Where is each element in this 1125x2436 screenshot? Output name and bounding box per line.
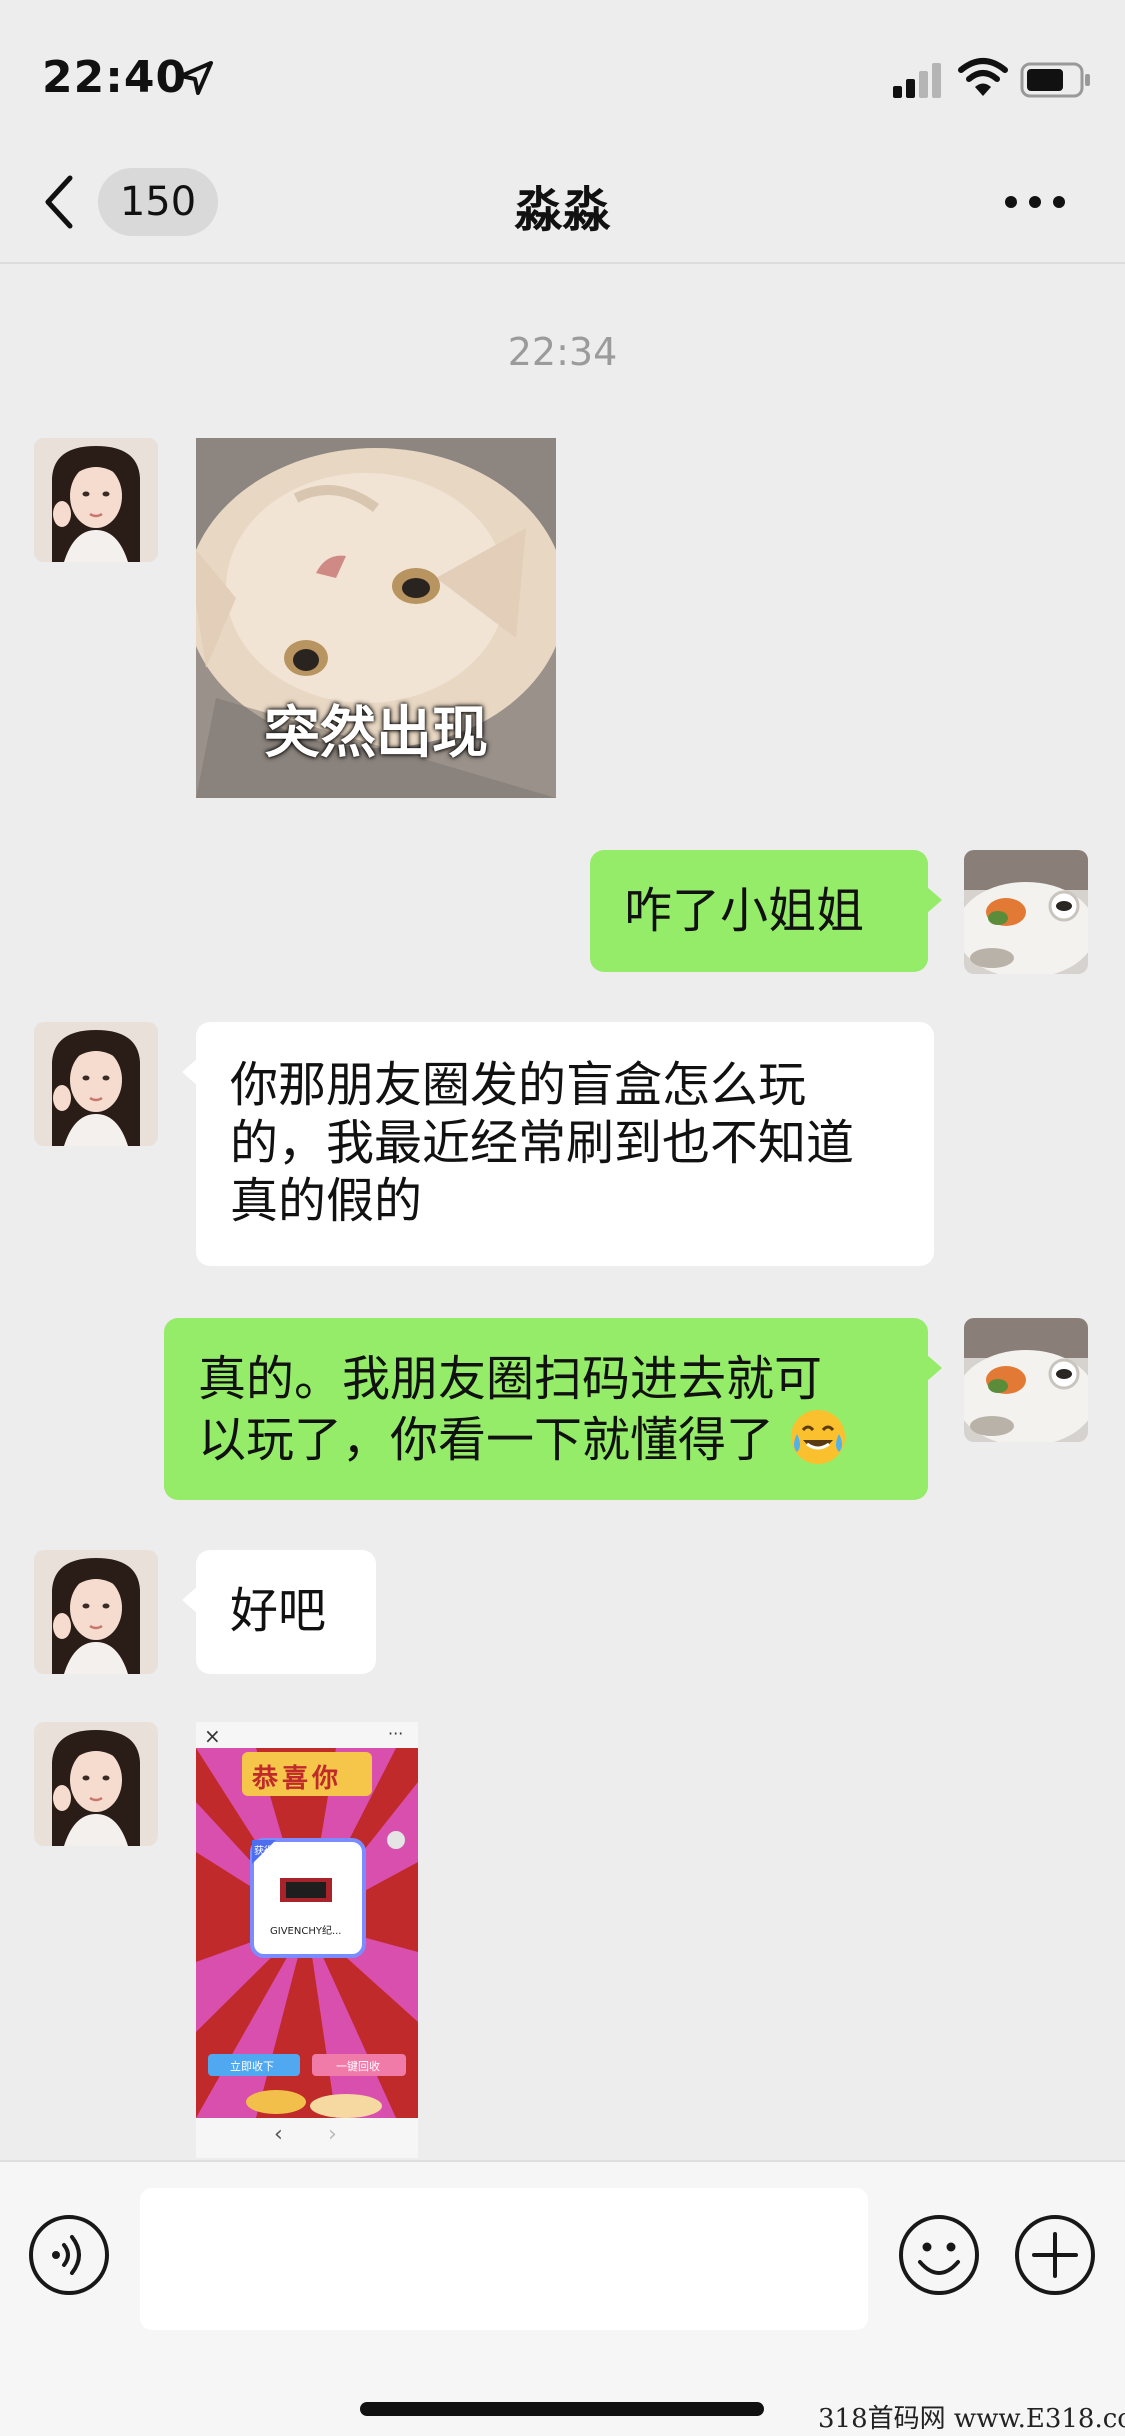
screenshot-banner: 恭喜你 <box>252 1764 343 1794</box>
screenshot-nav-back: ‹ <box>274 2122 283 2147</box>
message-text-line: 以玩了，你看一下就懂得了 <box>198 1412 775 1468</box>
more-dots-icon[interactable] <box>1000 170 1070 234</box>
voice-icon[interactable] <box>26 2212 112 2298</box>
unread-count-badge[interactable]: 150 <box>98 168 218 236</box>
message-text-line: 真的。我朋友圈扫码进去就可 <box>198 1351 823 1407</box>
cellular-signal-icon <box>893 63 941 98</box>
friend-avatar[interactable] <box>34 438 158 562</box>
screenshot-button-recycle: 一键回收 <box>336 2060 380 2073</box>
input-bar <box>0 2160 1125 2436</box>
outgoing-message-bubble[interactable]: 真的。我朋友圈扫码进去就可 以玩了，你看一下就懂得了 <box>164 1318 942 1500</box>
screenshot-close: × <box>204 1724 221 1748</box>
home-indicator[interactable] <box>360 2402 764 2416</box>
message-text-line: 的，我最近经常刷到也不知道 <box>230 1115 855 1171</box>
message-text-line: 你那朋友圈发的盲盒怎么玩 <box>230 1057 807 1113</box>
message-text: 好吧 <box>230 1583 327 1639</box>
sticker-caption: 突然出现 <box>264 701 488 766</box>
friend-avatar[interactable] <box>34 1550 158 1674</box>
location-arrow-icon <box>179 61 213 95</box>
message-timestamp: 22:34 <box>507 330 618 374</box>
screenshot-more: ··· <box>388 1724 404 1743</box>
message-input[interactable] <box>140 2188 868 2330</box>
screenshot-nav-forward: › <box>328 2122 337 2147</box>
emoji-icon[interactable] <box>896 2212 982 2298</box>
status-bar: 22:40 <box>0 0 1125 140</box>
cat-sticker-message[interactable]: 突然出现 <box>196 438 556 798</box>
screenshot-tag: 获得 <box>254 1846 274 1857</box>
laughing-crying-emoji-icon <box>791 1410 846 1464</box>
chat-header: 150 淼淼 <box>0 140 1125 264</box>
friend-avatar[interactable] <box>34 1022 158 1146</box>
screenshot-product-name: GIVENCHY纪... <box>270 1926 342 1937</box>
plus-icon[interactable] <box>1012 2212 1098 2298</box>
message-text-line: 真的假的 <box>230 1173 423 1229</box>
my-avatar[interactable] <box>964 850 1088 974</box>
screenshot-image-message[interactable]: × ··· 恭喜你 获得 GIVENCHY纪... 立即收下 一键回收 ‹ › <box>196 1722 418 2158</box>
message-text: 咋了小姐姐 <box>624 883 865 939</box>
incoming-message-bubble[interactable]: 你那朋友圈发的盲盒怎么玩 的，我最近经常刷到也不知道 真的假的 <box>182 1022 934 1266</box>
screenshot-button-accept: 立即收下 <box>230 2060 274 2073</box>
chevron-left-icon[interactable] <box>40 170 80 234</box>
incoming-message-bubble[interactable]: 好吧 <box>182 1550 376 1674</box>
battery-icon <box>1020 62 1090 98</box>
wifi-icon <box>958 58 1008 96</box>
my-avatar[interactable] <box>964 1318 1088 1442</box>
status-time: 22:40 <box>42 52 188 103</box>
outgoing-message-bubble[interactable]: 咋了小姐姐 <box>590 850 942 972</box>
watermark-text: 318首码网 www.E318.com <box>818 2404 1125 2434</box>
friend-avatar[interactable] <box>34 1722 158 1846</box>
